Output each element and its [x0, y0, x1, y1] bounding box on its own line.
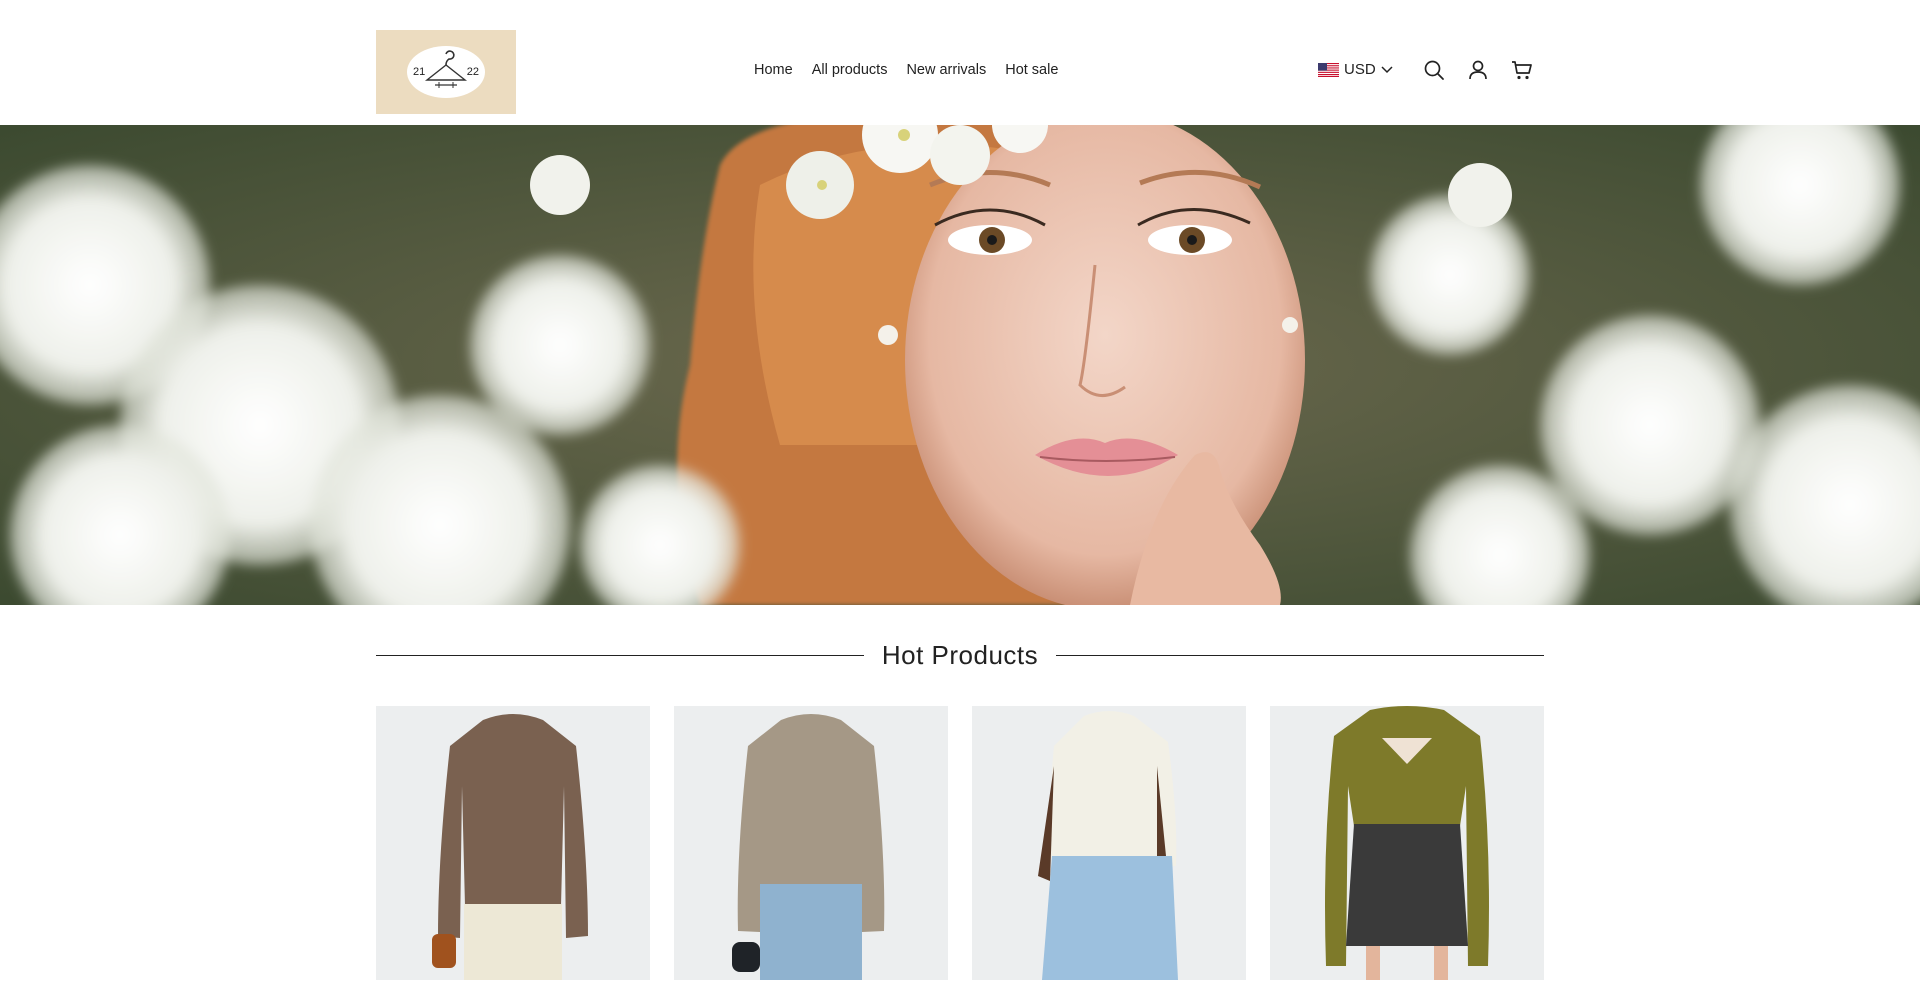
header-icons [1423, 59, 1533, 81]
chevron-down-icon [1381, 65, 1393, 73]
currency-label: USD [1344, 61, 1376, 78]
main-nav: Home All products New arrivals Hot sale [754, 62, 1058, 78]
hero-image [0, 125, 1920, 605]
product-image-cream-turtleneck [972, 706, 1246, 980]
us-flag-icon [1318, 62, 1339, 77]
store-logo[interactable]: 21 22 [376, 30, 516, 114]
heading-divider-right [1056, 655, 1544, 656]
product-card-4[interactable] [1270, 706, 1544, 980]
product-grid [376, 706, 1544, 980]
product-card-3[interactable] [972, 706, 1246, 980]
currency-selector[interactable]: USD [1318, 61, 1393, 78]
logo-badge: 21 22 [407, 46, 485, 98]
nav-hot-sale[interactable]: Hot sale [1005, 62, 1058, 78]
logo-text-right: 22 [466, 66, 479, 78]
product-image-beige-sweater [674, 706, 948, 980]
nav-all-products[interactable]: All products [812, 62, 888, 78]
section-title: Hot Products [881, 640, 1039, 670]
logo-text-left: 21 [413, 66, 426, 78]
product-card-2[interactable] [674, 706, 948, 980]
nav-new-arrivals[interactable]: New arrivals [906, 62, 986, 78]
heading-divider-left [376, 655, 864, 656]
product-image-olive-knit-top [1270, 706, 1544, 980]
site-header: 21 22 Home All products New arrivals Hot… [0, 0, 1920, 125]
hot-products-heading: Hot Products [376, 640, 1544, 672]
search-icon[interactable] [1423, 59, 1445, 81]
cart-icon[interactable] [1511, 59, 1533, 81]
user-icon[interactable] [1467, 59, 1489, 81]
nav-home[interactable]: Home [754, 62, 793, 78]
product-card-1[interactable] [376, 706, 650, 980]
product-image-brown-sweater [376, 706, 650, 980]
hero-banner[interactable] [0, 125, 1920, 605]
